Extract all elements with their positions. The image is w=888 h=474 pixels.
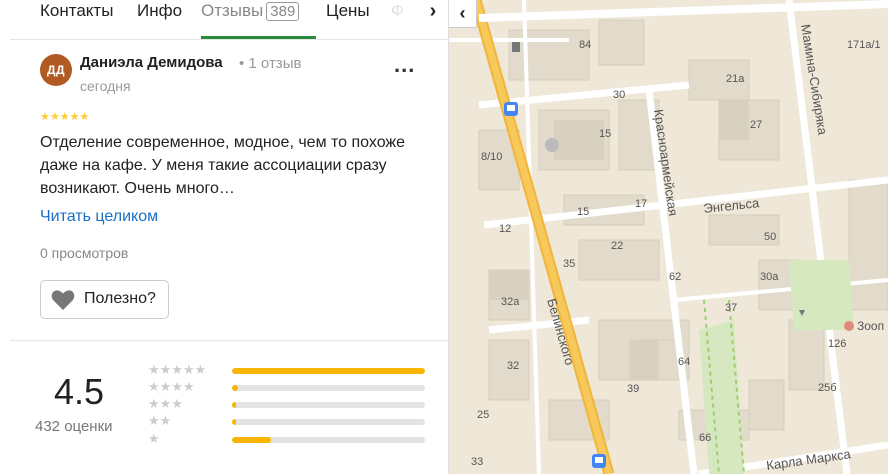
rating-row-stars: ★ bbox=[148, 431, 160, 446]
svg-text:66: 66 bbox=[699, 432, 711, 444]
reviews-count-badge: 389 bbox=[266, 2, 300, 21]
rating-bar-fill bbox=[232, 402, 236, 408]
svg-text:17: 17 bbox=[635, 198, 647, 210]
avatar[interactable]: ДД bbox=[40, 54, 72, 86]
svg-text:25б: 25б bbox=[818, 382, 837, 394]
svg-text:22: 22 bbox=[611, 240, 623, 252]
svg-text:30а: 30а bbox=[760, 271, 779, 283]
author-review-count: • 1 отзыв bbox=[239, 55, 302, 72]
rating-bar bbox=[232, 368, 425, 374]
active-tab-indicator bbox=[201, 36, 316, 39]
svg-text:171а/1: 171а/1 bbox=[847, 39, 881, 51]
rating-row-5: ★★★★★ bbox=[148, 362, 438, 379]
bus-stop-icon bbox=[504, 102, 518, 116]
rating-bar bbox=[232, 419, 425, 425]
rating-row-3: ★★★ bbox=[148, 396, 438, 413]
map-canvas: Белинского Красноармейская Энгельса Мами… bbox=[449, 0, 888, 474]
review-card: ДД Даниэла Демидова • 1 отзыв сегодня ..… bbox=[10, 40, 448, 340]
tabs-fade bbox=[380, 0, 420, 36]
svg-text:37: 37 bbox=[725, 302, 737, 314]
svg-text:39: 39 bbox=[627, 383, 639, 395]
tab-reviews-label: Отзывы bbox=[201, 1, 264, 20]
review-date: сегодня bbox=[80, 78, 131, 94]
svg-text:32: 32 bbox=[507, 360, 519, 372]
rating-summary: 4.5 432 оценки ★★★★★ ★★★★ ★★★ ★★ ★ bbox=[10, 340, 448, 474]
tabs-bar: Контакты Инфо Отзывы389 Цены Ф › bbox=[10, 0, 448, 40]
svg-text:Зооп: Зооп bbox=[857, 319, 884, 333]
rating-row-stars: ★★★★★ bbox=[148, 362, 207, 377]
tab-reviews[interactable]: Отзывы 389 bbox=[201, 0, 300, 40]
svg-text:12: 12 bbox=[499, 223, 511, 235]
useful-label: Полезно? bbox=[84, 290, 156, 307]
rating-row-stars: ★★★★ bbox=[148, 379, 195, 394]
rating-bar bbox=[232, 437, 425, 443]
rating-row-2: ★★ bbox=[148, 413, 438, 430]
svg-text:50: 50 bbox=[764, 231, 776, 243]
svg-text:84: 84 bbox=[579, 39, 591, 51]
chevron-right-icon[interactable]: › bbox=[418, 0, 448, 36]
rating-bar-fill bbox=[232, 437, 271, 443]
svg-text:126: 126 bbox=[828, 338, 846, 350]
read-more-link[interactable]: Читать целиком bbox=[40, 208, 158, 226]
review-author[interactable]: Даниэла Демидова bbox=[80, 54, 223, 71]
rating-count: 432 оценки bbox=[35, 418, 113, 435]
rating-row-stars: ★★ bbox=[148, 413, 172, 428]
collapse-panel-button[interactable]: ‹ bbox=[449, 0, 477, 28]
rating-row-4: ★★★★ bbox=[148, 379, 438, 396]
rating-value: 4.5 bbox=[54, 371, 105, 412]
rating-bar-fill bbox=[232, 368, 425, 374]
more-options-icon[interactable]: ... bbox=[394, 54, 415, 76]
heart-icon bbox=[51, 290, 75, 310]
svg-text:33: 33 bbox=[471, 456, 483, 468]
rating-row-stars: ★★★ bbox=[148, 396, 183, 411]
svg-text:25: 25 bbox=[477, 409, 489, 421]
svg-text:62: 62 bbox=[669, 271, 681, 283]
rating-bar-fill bbox=[232, 385, 238, 391]
svg-text:Карла Маркса: Карла Маркса bbox=[765, 446, 852, 473]
svg-text:15: 15 bbox=[599, 128, 611, 140]
rating-bar bbox=[232, 385, 425, 391]
svg-text:30: 30 bbox=[613, 89, 625, 101]
svg-text:27: 27 bbox=[750, 119, 762, 131]
review-views: 0 просмотров bbox=[40, 245, 129, 261]
review-text: Отделение современное, модное, чем то по… bbox=[40, 134, 406, 197]
tab-info[interactable]: Инфо bbox=[137, 0, 182, 40]
svg-text:21а: 21а bbox=[726, 73, 745, 85]
review-stars: ★★★★★ bbox=[40, 111, 90, 123]
tab-contacts[interactable]: Контакты bbox=[40, 0, 113, 40]
svg-text:32а: 32а bbox=[501, 296, 520, 308]
svg-text:8/10: 8/10 bbox=[481, 151, 502, 163]
tab-prices[interactable]: Цены bbox=[326, 0, 370, 40]
svg-text:64: 64 bbox=[678, 356, 690, 368]
rating-bar bbox=[232, 402, 425, 408]
map-view[interactable]: Белинского Красноармейская Энгельса Мами… bbox=[449, 0, 888, 474]
svg-text:15: 15 bbox=[577, 206, 589, 218]
useful-button[interactable]: Полезно? bbox=[40, 280, 169, 319]
rating-row-1: ★ bbox=[148, 431, 438, 448]
organization-panel: Контакты Инфо Отзывы389 Цены Ф › ДД Дани… bbox=[0, 0, 449, 474]
rating-bar-fill bbox=[232, 419, 236, 425]
svg-text:35: 35 bbox=[563, 258, 575, 270]
